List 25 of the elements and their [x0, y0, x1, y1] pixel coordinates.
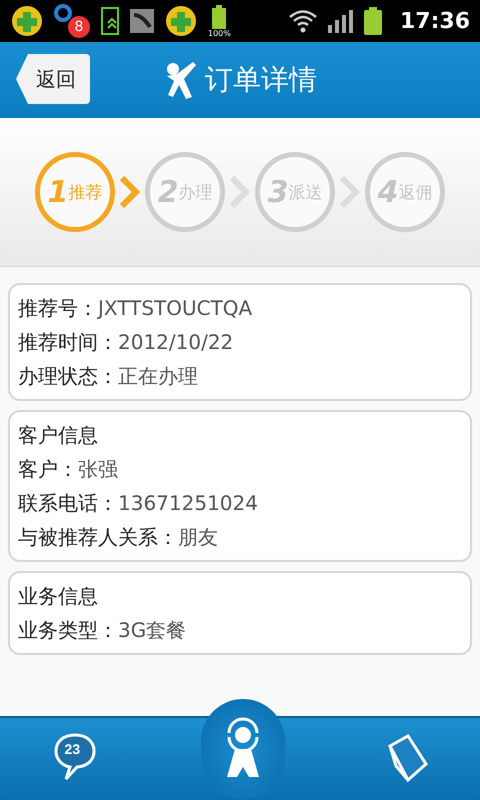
messages-button[interactable]: 23 [50, 732, 100, 786]
info-line: 联系电话：13671251024 [18, 490, 259, 517]
wifi-icon [288, 9, 318, 33]
info-line: 与被推荐人关系：朋友 [18, 524, 219, 551]
info-line: 推荐时间：2012/10/22 [18, 329, 234, 356]
battery-icon [212, 4, 226, 28]
progress-step: 1 推荐 [35, 152, 115, 232]
chevron-icon [119, 175, 141, 209]
card-heading: 客户信息 [18, 422, 99, 449]
back-button[interactable]: 返回 [16, 54, 90, 104]
card-heading: 业务信息 [18, 583, 99, 610]
info-line: 业务类型：3G套餐 [18, 617, 188, 644]
info-line: 推荐号：JXTTSTOUCTQA [18, 295, 254, 322]
book-icon[interactable] [386, 734, 430, 784]
battery-percent: 100% [208, 28, 231, 38]
chevron-icon [339, 175, 361, 209]
info-line: 客户：张强 [18, 456, 119, 483]
page-title: 订单详情 [205, 62, 317, 98]
battery-icon [364, 7, 382, 35]
download-icon [100, 6, 120, 36]
clock: 17:36 [400, 8, 470, 34]
notification-badge: 8 [68, 16, 90, 38]
chevron-icon [229, 175, 251, 209]
info-line: 办理状态：正在办理 [18, 363, 199, 390]
signal-icon [328, 9, 354, 33]
